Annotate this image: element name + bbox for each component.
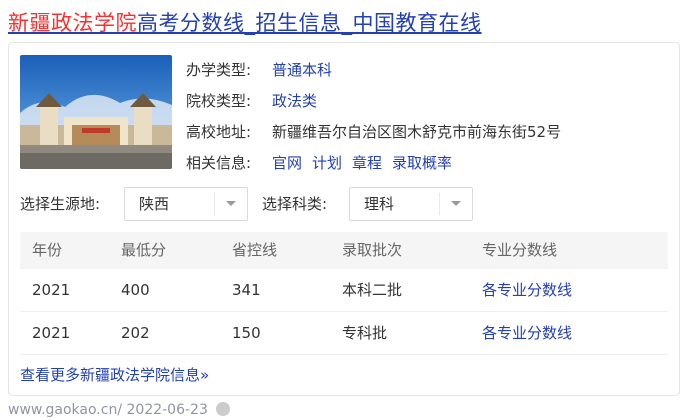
cell-year: 2021 (32, 324, 71, 342)
score-table: 年份 最低分 省控线 录取批次 专业分数线 2021 400 341 本科二批 … (20, 232, 668, 355)
charter-link[interactable]: 章程 (352, 154, 382, 172)
table-header: 年份 最低分 省控线 录取批次 专业分数线 (20, 232, 668, 269)
official-site-link[interactable]: 官网 (272, 154, 302, 172)
info-label: 院校类型: (186, 92, 252, 110)
school-address: 新疆维吾尔自治区图木舒克市前海东街52号 (272, 123, 562, 141)
info-row-address: 高校地址: 新疆维吾尔自治区图木舒克市前海东街52号 (186, 117, 561, 148)
info-label: 高校地址: (186, 123, 252, 141)
chevron-down-icon[interactable] (439, 193, 472, 215)
result-title-link[interactable]: 新疆政法学院高考分数线_招生信息_中国教育在线 (8, 8, 482, 38)
origin-label: 选择生源地: (20, 195, 101, 213)
header-control-line: 省控线 (232, 241, 278, 259)
chevron-down-icon[interactable] (214, 193, 247, 215)
result-card: 办学类型: 普通本科 院校类型: 政法类 高校地址: 新疆维吾尔自治区图木舒克市前海东… (8, 42, 680, 396)
cell-control-line: 150 (232, 324, 261, 342)
chevron-down-icon[interactable] (215, 402, 230, 416)
origin-value: 陕西 (139, 195, 170, 213)
cell-batch: 专科批 (342, 324, 388, 342)
cell-min-score: 400 (121, 281, 150, 299)
subject-value: 理科 (364, 195, 395, 213)
info-label: 办学类型: (186, 61, 252, 79)
table-row: 2021 202 150 专科批 各专业分数线 (20, 312, 668, 355)
info-label: 相关信息: (186, 154, 252, 172)
major-scores-link[interactable]: 各专业分数线 (482, 269, 572, 311)
cell-batch: 本科二批 (342, 281, 403, 299)
title-rest[interactable]: 高考分数线_招生信息_中国教育在线 (137, 11, 482, 35)
cell-min-score: 202 (121, 324, 150, 342)
info-row-type: 办学类型: 普通本科 (186, 55, 561, 86)
origin-select[interactable]: 陕西 (124, 187, 248, 221)
info-row-related: 相关信息: 官网 计划 章程 录取概率 (186, 148, 561, 179)
subject-label: 选择科类: (262, 195, 328, 213)
source-footer: www.gaokao.cn/ 2022-06-23 (8, 400, 230, 420)
admission-probability-link[interactable]: 录取概率 (392, 154, 452, 172)
cell-year: 2021 (32, 281, 71, 299)
cell-control-line: 341 (232, 281, 261, 299)
table-row: 2021 400 341 本科二批 各专业分数线 (20, 269, 668, 312)
header-year: 年份 (32, 241, 63, 259)
title-highlight[interactable]: 新疆政法学院 (8, 11, 137, 35)
info-row-category: 院校类型: 政法类 (186, 86, 561, 117)
header-major-scores: 专业分数线 (482, 241, 558, 259)
school-type-link[interactable]: 普通本科 (272, 61, 332, 79)
campus-photo[interactable] (20, 55, 172, 169)
more-info-link[interactable]: 查看更多新疆政法学院信息» (20, 363, 209, 387)
school-category-link[interactable]: 政法类 (272, 92, 317, 110)
subject-select[interactable]: 理科 (349, 187, 473, 221)
school-info: 办学类型: 普通本科 院校类型: 政法类 高校地址: 新疆维吾尔自治区图木舒克市前海东… (186, 55, 561, 179)
major-scores-link[interactable]: 各专业分数线 (482, 312, 572, 354)
header-min-score: 最低分 (121, 241, 167, 259)
plan-link[interactable]: 计划 (312, 154, 342, 172)
header-batch: 录取批次 (342, 241, 403, 259)
